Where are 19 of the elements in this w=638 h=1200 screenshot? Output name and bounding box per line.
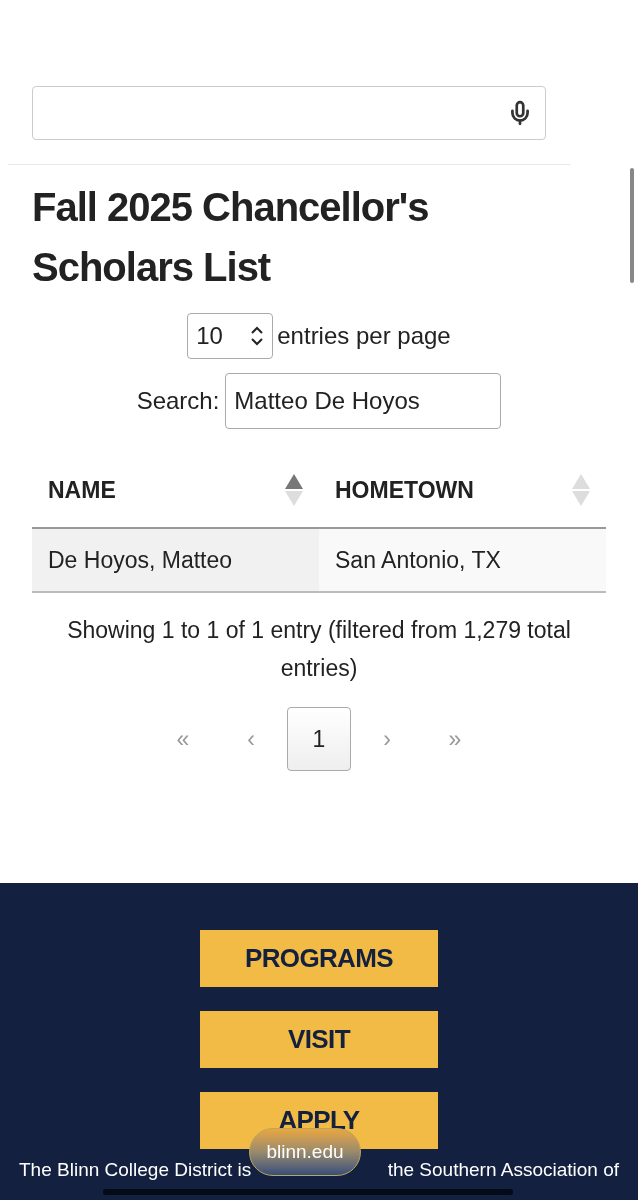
column-header[interactable]: HOMETOWN <box>319 453 606 527</box>
footer-text: The Blinn College District is <box>19 1158 252 1182</box>
entries-label: entries per page <box>277 321 451 351</box>
sort-icon <box>285 474 303 506</box>
updown-chevron-icon <box>250 325 265 347</box>
table-cell: San Antonio, TX <box>319 529 606 591</box>
search-field[interactable] <box>32 86 546 140</box>
footer-text: the Southern Association of <box>387 1158 619 1182</box>
column-header[interactable]: NAME <box>32 453 319 527</box>
pagination-button[interactable]: 1 <box>287 707 351 771</box>
table-cell: De Hoyos, Matteo <box>32 529 319 591</box>
footer-button[interactable]: VISIT <box>200 1011 438 1068</box>
table-info: Showing 1 to 1 of 1 entry (filtered from 1,279 total entries) <box>66 616 572 683</box>
footer-button[interactable]: PROGRAMS <box>200 930 438 987</box>
entries-select[interactable]: 10 <box>187 313 274 359</box>
table-search-field[interactable]: Matteo De Hoyos <box>225 373 502 429</box>
search-label: Search: <box>136 386 220 416</box>
sort-icon <box>572 474 590 506</box>
page-title: Fall 2025 Chancellor's Scholars List <box>32 184 430 291</box>
